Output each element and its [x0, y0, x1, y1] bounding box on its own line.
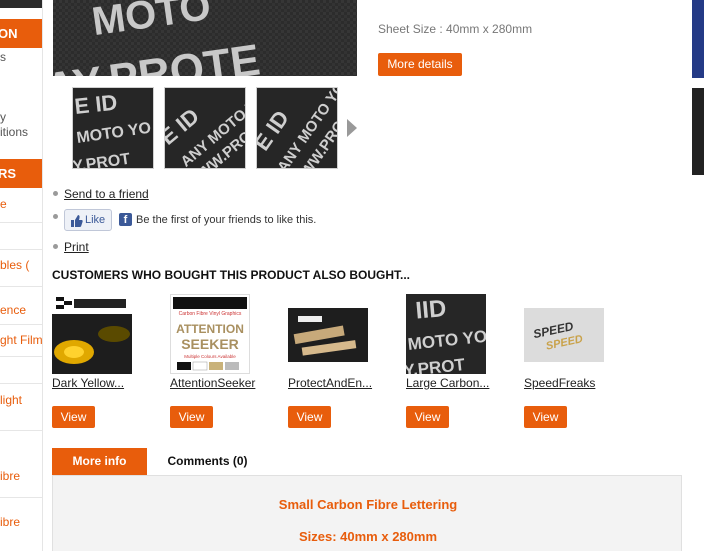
product-main-image[interactable]: MOTO AY.PROTE — [53, 0, 357, 76]
more-details-button[interactable]: More details — [378, 53, 462, 76]
product-thumbnail-2[interactable]: E ID ANY MOTO YO WW.PRO — [164, 87, 246, 169]
product-image-large-carbon[interactable]: IID MOTO YO Y.PROT — [406, 294, 486, 374]
product-name-link[interactable]: Large Carbon... — [406, 376, 516, 390]
product-name-link[interactable]: ProtectAndEn... — [288, 376, 398, 390]
also-bought-heading: CUSTOMERS WHO BOUGHT THIS PRODUCT ALSO B… — [52, 268, 411, 282]
view-button[interactable]: View — [170, 406, 213, 428]
view-button[interactable]: View — [406, 406, 449, 428]
also-bought-item: ProtectAndEn... View — [288, 294, 398, 428]
product-image-protect-and-enhance[interactable] — [288, 294, 368, 374]
left-sidebar: ON s y itions RS e bles ( ence ght Film … — [0, 0, 43, 551]
sidebar-divider — [0, 286, 42, 287]
facebook-social-text: Be the first of your friends to like thi… — [136, 214, 317, 226]
more-info-panel: Small Carbon Fibre Lettering Sizes: 40mm… — [52, 475, 682, 551]
sidebar-divider — [0, 383, 42, 384]
product-name-link[interactable]: SpeedFreaks — [524, 376, 634, 390]
sidebar-link-3[interactable]: ence — [0, 303, 42, 317]
product-image-speedfreaks[interactable]: SPEED SPEED — [524, 294, 604, 374]
sidebar-text-3: itions — [0, 125, 29, 139]
sidebar-link-1[interactable]: e — [0, 197, 42, 211]
bullet-icon — [53, 244, 58, 249]
send-to-friend-link[interactable]: Send to a friend — [64, 187, 149, 201]
right-edge-banner — [692, 0, 704, 78]
also-bought-item: SPEED SPEED SpeedFreaks View — [524, 294, 634, 428]
sidebar-divider — [0, 324, 42, 325]
sidebar-link-6[interactable]: ibre — [0, 469, 42, 483]
svg-text:Multiple Colours Available: Multiple Colours Available — [184, 354, 236, 359]
product-image-attention-seeker[interactable]: Carbon Fibre Vinyl Graphics ATTENTION SE… — [170, 294, 250, 374]
sidebar-link-2[interactable]: bles ( — [0, 258, 42, 272]
sidebar-top-bar — [0, 0, 42, 8]
sidebar-text-1: s — [0, 50, 6, 64]
sidebar-divider — [0, 356, 42, 357]
bullet-icon — [53, 214, 58, 219]
thumbnail-next-arrow-icon[interactable] — [347, 119, 357, 137]
sidebar-divider — [0, 430, 42, 431]
also-bought-item: IID MOTO YO Y.PROT Large Carbon... View — [406, 294, 516, 428]
sidebar-link-5[interactable]: light — [0, 393, 42, 407]
sidebar-divider — [0, 249, 42, 250]
description-title: Small Carbon Fibre Lettering — [278, 497, 458, 512]
facebook-icon: f — [119, 213, 132, 226]
svg-text:E ID: E ID — [73, 90, 118, 119]
product-thumbnail-3[interactable]: E ID ANY MOTO YO WW.PRO — [256, 87, 338, 169]
sidebar-text-2: y — [0, 110, 6, 124]
like-label: Like — [85, 214, 106, 226]
svg-text:Carbon Fibre Vinyl Graphics: Carbon Fibre Vinyl Graphics — [179, 311, 242, 317]
svg-text:IID: IID — [414, 295, 447, 325]
right-edge-banner-dark — [692, 88, 704, 175]
facebook-like-button[interactable]: Like — [64, 209, 112, 231]
thumbs-up-icon — [70, 214, 83, 234]
sidebar-category-button-2[interactable]: RS — [0, 159, 42, 188]
svg-text:SEEKER: SEEKER — [181, 336, 239, 352]
view-button[interactable]: View — [524, 406, 567, 428]
product-image-dark-yellow[interactable] — [52, 294, 132, 374]
also-bought-item: Carbon Fibre Vinyl Graphics ATTENTION SE… — [170, 294, 280, 428]
sidebar-link-4[interactable]: ght Film — [0, 333, 42, 347]
also-bought-item: Dark Yellow... View — [52, 294, 162, 428]
sheet-size-text: Sheet Size : 40mm x 280mm — [378, 22, 533, 36]
view-button[interactable]: View — [288, 406, 331, 428]
tab-comments[interactable]: Comments (0) — [160, 448, 255, 475]
product-name-link[interactable]: AttentionSeeker — [170, 376, 280, 390]
view-button[interactable]: View — [52, 406, 95, 428]
svg-text:ATTENTION: ATTENTION — [176, 322, 244, 336]
tab-more-info[interactable]: More info — [52, 448, 147, 475]
product-thumbnail-1[interactable]: E ID MOTO YO Y.PROT — [72, 87, 154, 169]
sidebar-link-7[interactable]: ibre — [0, 515, 42, 529]
description-sizes: Sizes: 40mm x 280mm — [298, 529, 438, 544]
sidebar-divider — [0, 497, 42, 498]
sidebar-category-button-1[interactable]: ON — [0, 19, 42, 48]
bullet-icon — [53, 191, 58, 196]
print-link[interactable]: Print — [64, 240, 89, 254]
sidebar-divider — [0, 222, 42, 223]
product-name-link[interactable]: Dark Yellow... — [52, 376, 162, 390]
